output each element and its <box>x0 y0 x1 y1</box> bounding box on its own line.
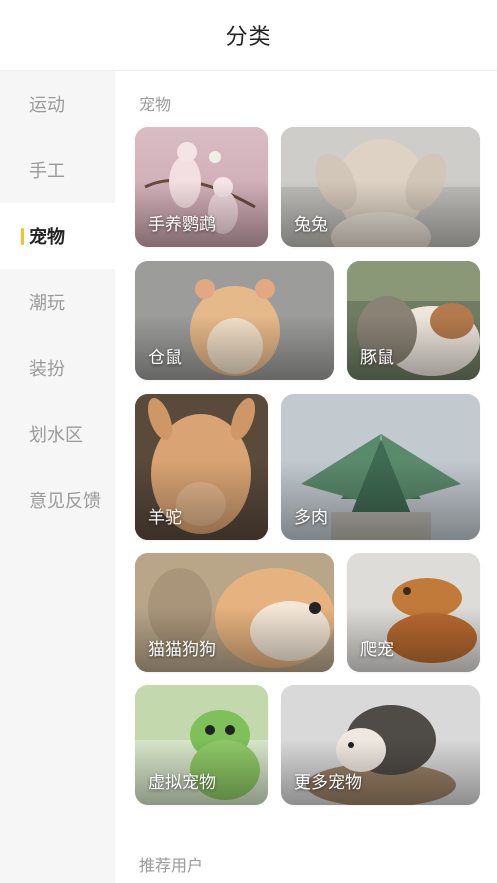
sidebar-item-label: 意见反馈 <box>29 491 101 512</box>
sidebar-item-trendy-toys[interactable]: 潮玩 <box>0 269 115 335</box>
card-label: 更多宠物 <box>294 773 362 793</box>
sidebar-item-label: 宠物 <box>29 227 65 248</box>
sidebar-item-label: 潮玩 <box>29 293 65 314</box>
card-label: 虚拟宠物 <box>148 773 216 793</box>
category-card-parrot[interactable]: 手养鹦鹉 <box>135 127 268 247</box>
sidebar-item-label: 运动 <box>29 95 65 116</box>
section-title: 宠物 <box>139 95 172 114</box>
card-label: 兔兔 <box>294 215 328 235</box>
sidebar-item-pets[interactable]: 宠物 <box>0 203 115 269</box>
category-sidebar: 运动 手工 宠物 潮玩 装扮 划水区 意见反馈 <box>0 71 115 883</box>
category-card-succulent[interactable]: 多肉 <box>281 394 480 540</box>
card-label: 多肉 <box>294 508 328 528</box>
sidebar-item-label: 装扮 <box>29 359 65 380</box>
card-label: 仓鼠 <box>148 348 182 368</box>
active-indicator <box>21 228 24 245</box>
card-label: 羊驼 <box>148 508 182 528</box>
sidebar-item-dress-up[interactable]: 装扮 <box>0 335 115 401</box>
card-label: 猫猫狗狗 <box>148 640 216 660</box>
sidebar-item-handcraft[interactable]: 手工 <box>0 137 115 203</box>
category-card-hamster[interactable]: 仓鼠 <box>135 261 334 380</box>
category-card-virtual-pet[interactable]: 虚拟宠物 <box>135 685 268 805</box>
sidebar-item-label: 划水区 <box>29 425 83 446</box>
sidebar-item-feedback[interactable]: 意见反馈 <box>0 467 115 533</box>
card-label: 手养鹦鹉 <box>148 215 216 235</box>
recommended-users-title: 推荐用户 <box>139 856 204 875</box>
category-card-alpaca[interactable]: 羊驼 <box>135 394 268 540</box>
category-card-reptile[interactable]: 爬宠 <box>347 553 480 672</box>
card-label: 豚鼠 <box>360 348 394 368</box>
category-card-more-pets[interactable]: 更多宠物 <box>281 685 480 805</box>
top-bar: 分类 <box>0 0 497 71</box>
category-card-rabbit[interactable]: 兔兔 <box>281 127 480 247</box>
category-card-cat-dog[interactable]: 猫猫狗狗 <box>135 553 334 672</box>
category-card-guinea-pig[interactable]: 豚鼠 <box>347 261 480 380</box>
card-label: 爬宠 <box>360 640 394 660</box>
sidebar-item-label: 手工 <box>29 161 65 182</box>
sidebar-item-sports[interactable]: 运动 <box>0 71 115 137</box>
sidebar-item-slacking-zone[interactable]: 划水区 <box>0 401 115 467</box>
page-title: 分类 <box>225 25 272 50</box>
